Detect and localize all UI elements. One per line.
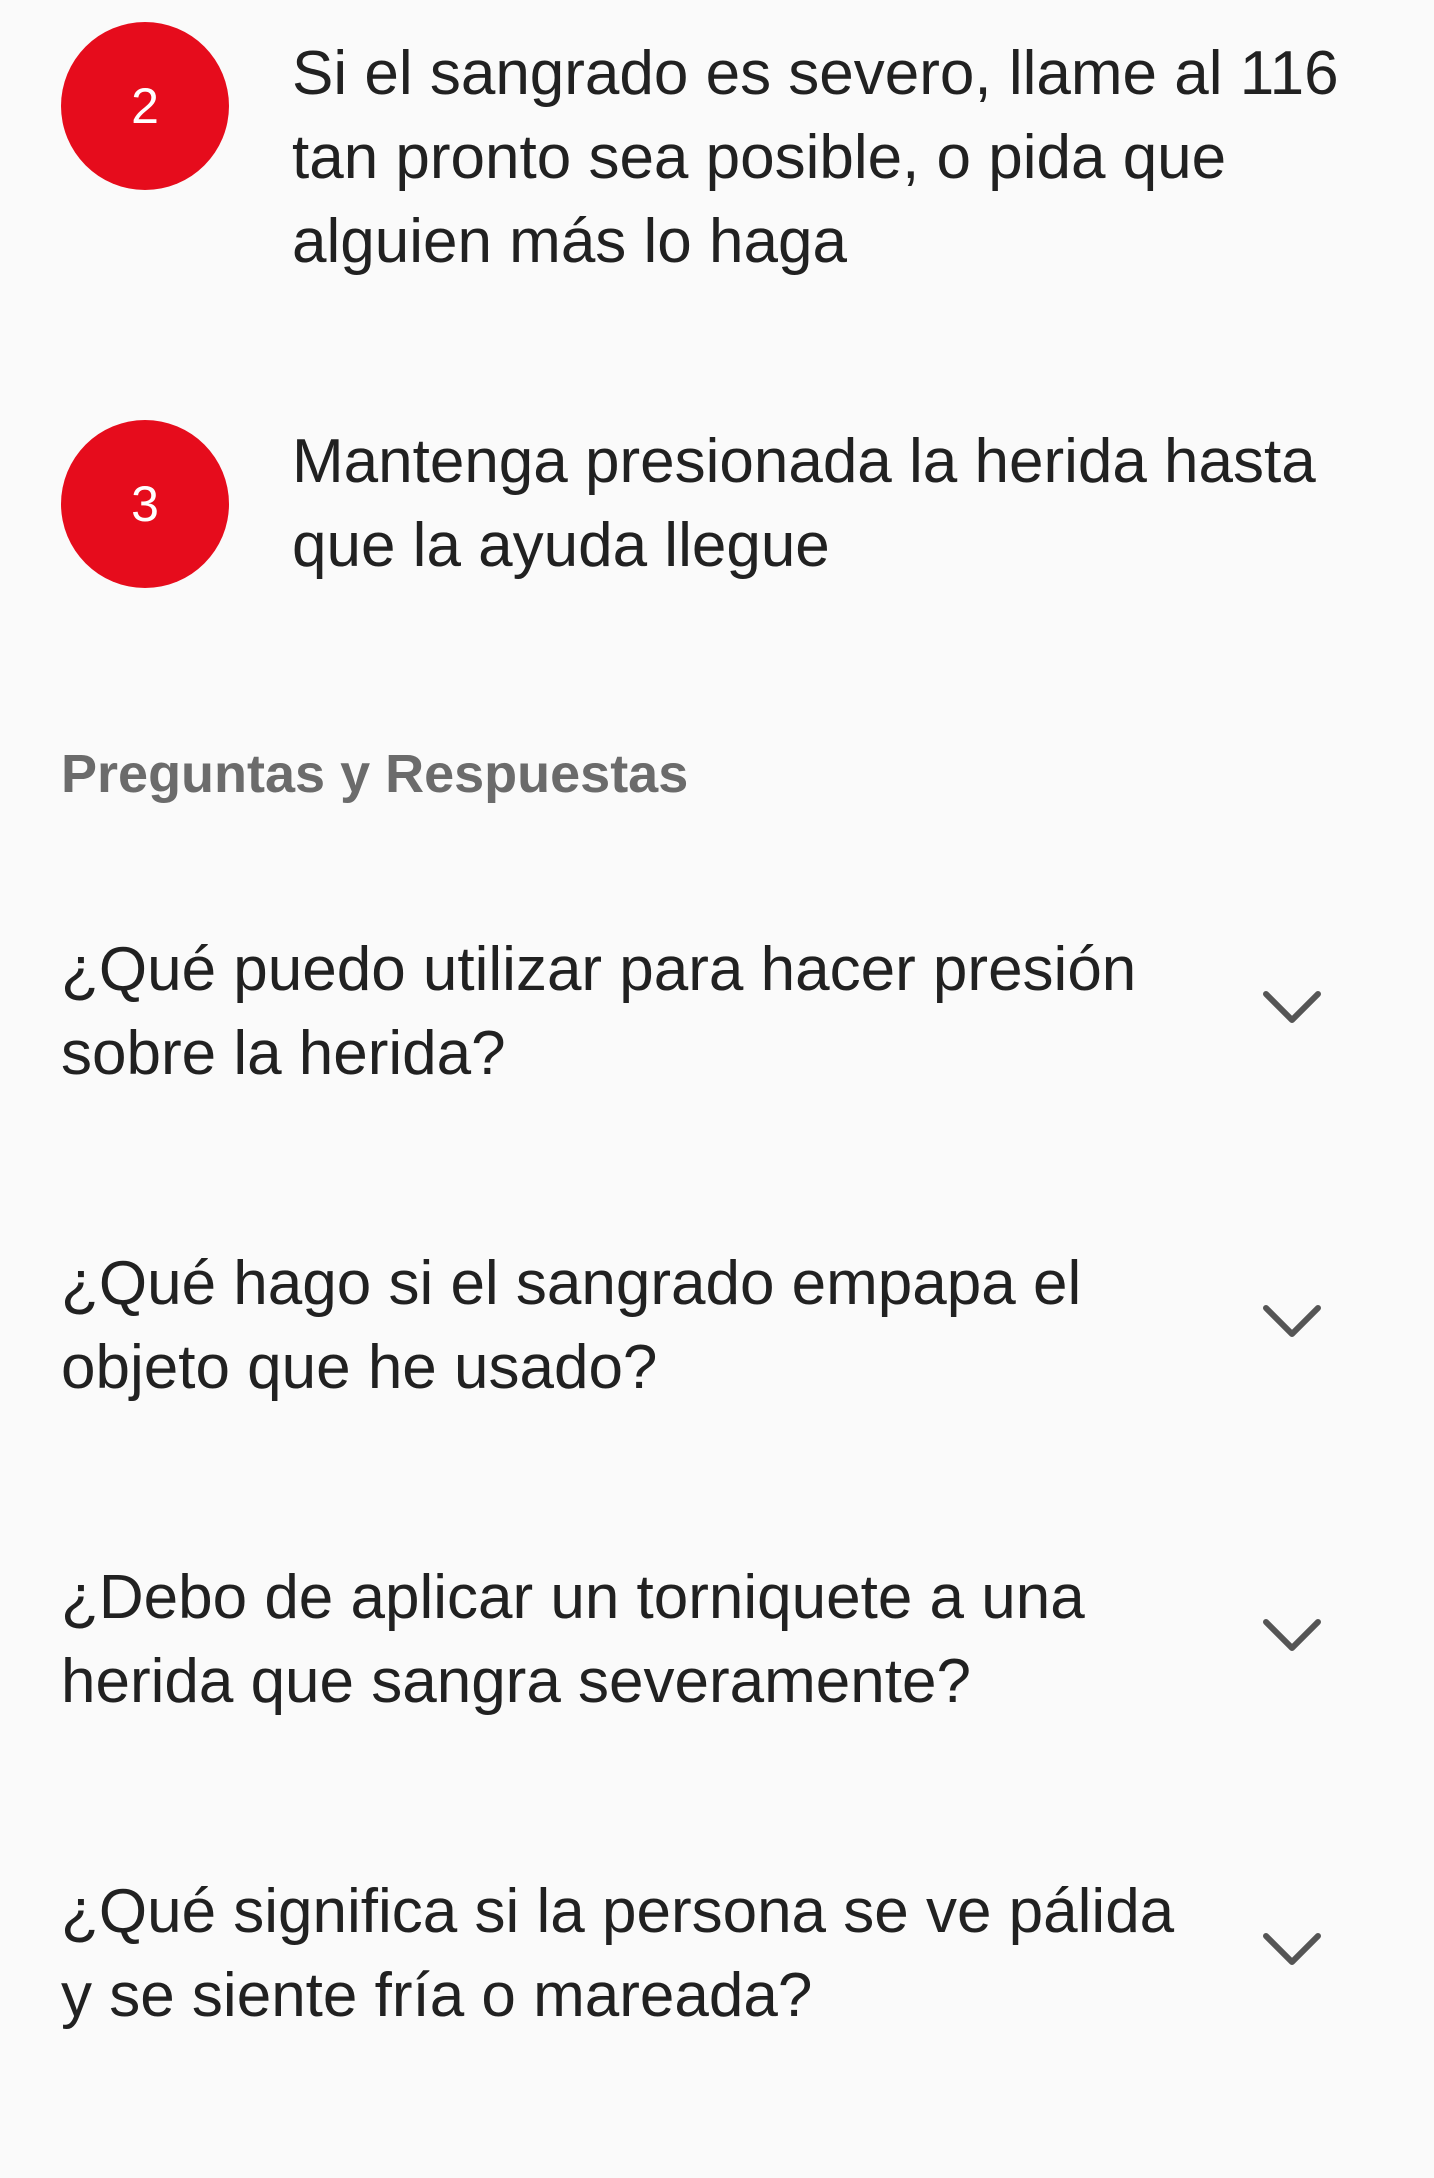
step-text: Mantenga presionada la herida hasta que … — [292, 427, 1316, 580]
faq-question: ¿Qué hago si el sangrado empapa el objet… — [61, 1249, 1082, 1402]
chevron-down-icon[interactable] — [1262, 1618, 1322, 1654]
chevron-down-icon[interactable] — [1262, 990, 1322, 1026]
faq-item[interactable]: ¿Debo de aplicar un torniquete a una her… — [0, 1556, 1434, 1806]
step-text: Si el sangrado es severo, llame al 116 t… — [292, 39, 1339, 276]
step-number-badge: 3 — [61, 420, 229, 588]
chevron-down-icon[interactable] — [1262, 1932, 1322, 1968]
faq-section-title: Preguntas y Respuestas — [61, 744, 689, 804]
faq-question: ¿Qué puedo utilizar para hacer presión s… — [61, 935, 1137, 1088]
faq-question: ¿Qué significa si la persona se ve pálid… — [61, 1877, 1175, 2030]
faq-item[interactable]: ¿Qué puedo utilizar para hacer presión s… — [0, 928, 1434, 1178]
step-number-badge: 2 — [61, 22, 229, 190]
faq-item[interactable]: ¿Qué significa si la persona se ve pálid… — [0, 1870, 1434, 2120]
chevron-down-icon[interactable] — [1262, 1304, 1322, 1340]
faq-item[interactable]: ¿Qué hago si el sangrado empapa el objet… — [0, 1242, 1434, 1492]
faq-question: ¿Debo de aplicar un torniquete a una her… — [61, 1563, 1085, 1716]
